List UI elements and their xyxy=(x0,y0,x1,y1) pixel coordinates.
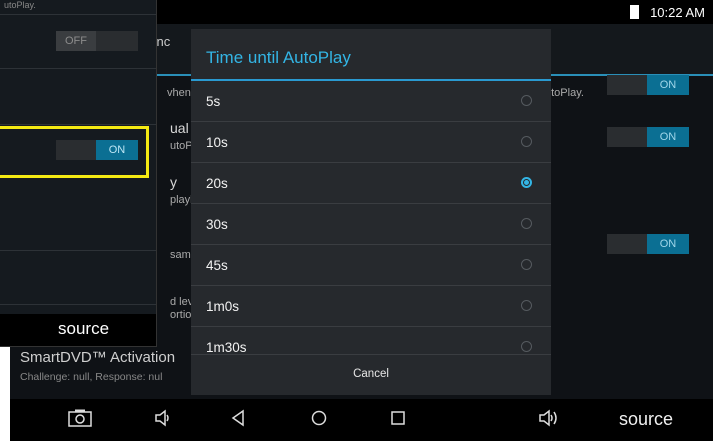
inset-toggle-on[interactable]: ON xyxy=(56,140,138,160)
screenshot-icon[interactable] xyxy=(68,409,92,432)
battery-icon xyxy=(630,5,639,19)
bg-row-text: utoP xyxy=(170,140,193,152)
volume-down-icon[interactable] xyxy=(154,409,172,432)
inset-nav-bar: source xyxy=(0,314,156,346)
inset-header-fragment: utoPlay. xyxy=(4,0,36,10)
smartdvd-subtitle: Challenge: null, Response: nul xyxy=(20,371,163,383)
divider xyxy=(0,250,156,251)
smartdvd-title[interactable]: SmartDVD™ Activation xyxy=(20,349,175,366)
option-1m30s[interactable]: 1m30s xyxy=(191,327,551,353)
option-list[interactable]: 5s 10s 20s 30s 45s 1m0s 1m30s xyxy=(191,81,551,353)
bg-row-title: y xyxy=(170,174,177,190)
radio-icon[interactable] xyxy=(521,136,532,147)
radio-icon[interactable] xyxy=(521,341,532,352)
bg-row-text: vhen xyxy=(167,87,191,99)
radio-icon[interactable] xyxy=(521,259,532,270)
bg-row-text: d lev xyxy=(170,296,194,308)
source-button[interactable]: source xyxy=(619,409,673,430)
bg-toggle[interactable]: ON xyxy=(607,234,689,254)
bg-row-text: ortio xyxy=(170,309,192,321)
divider xyxy=(0,68,156,69)
bg-toggle[interactable]: ON xyxy=(607,75,689,95)
bg-row-text: playl xyxy=(170,194,193,206)
radio-selected-icon[interactable] xyxy=(521,177,532,188)
volume-up-icon[interactable] xyxy=(538,409,560,432)
status-time: 10:22 AM xyxy=(650,5,705,20)
autoplay-time-dialog: Time until AutoPlay 5s 10s 20s 30s 45s 1… xyxy=(191,29,551,395)
option-20s[interactable]: 20s xyxy=(191,163,551,204)
option-10s[interactable]: 10s xyxy=(191,122,551,163)
home-icon[interactable] xyxy=(310,409,328,432)
radio-icon[interactable] xyxy=(521,300,532,311)
option-5s[interactable]: 5s xyxy=(191,81,551,122)
bg-toggle[interactable]: ON xyxy=(607,127,689,147)
cancel-button[interactable]: Cancel xyxy=(191,354,551,395)
option-30s[interactable]: 30s xyxy=(191,204,551,245)
radio-icon[interactable] xyxy=(521,218,532,229)
inset-source-button[interactable]: source xyxy=(58,319,109,339)
inset-toggle-off[interactable]: OFF xyxy=(56,31,138,51)
navigation-bar: source xyxy=(10,399,713,441)
back-icon[interactable] xyxy=(230,409,246,432)
dialog-title: Time until AutoPlay xyxy=(191,29,551,81)
bg-row-text: sam xyxy=(170,249,191,261)
recents-icon[interactable] xyxy=(390,409,406,432)
option-1m0s[interactable]: 1m0s xyxy=(191,286,551,327)
inset-settings-panel: utoPlay. OFF ON source xyxy=(0,0,157,347)
divider xyxy=(0,124,156,125)
divider xyxy=(0,304,156,305)
option-45s[interactable]: 45s xyxy=(191,245,551,286)
radio-icon[interactable] xyxy=(521,95,532,106)
divider xyxy=(0,14,156,15)
bg-row-title: ual xyxy=(170,120,189,136)
